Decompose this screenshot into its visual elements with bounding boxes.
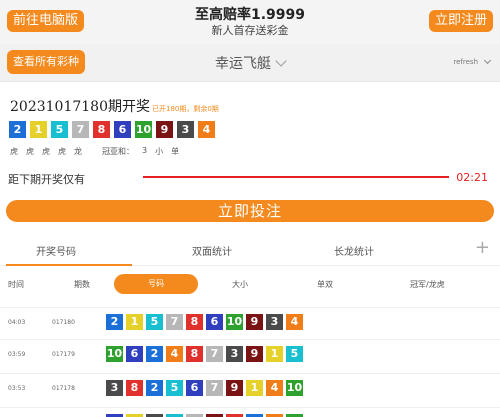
draw-meta: 已开180期，剩余0期 bbox=[151, 105, 219, 113]
col-size[interactable]: 大小 bbox=[232, 279, 248, 290]
number-ball: 4 bbox=[266, 380, 283, 396]
game-name: 幸运飞艇 bbox=[215, 56, 271, 72]
number-ball: 4 bbox=[286, 314, 303, 330]
number-ball: 3 bbox=[177, 121, 194, 138]
row-issue: 017178 bbox=[52, 385, 75, 392]
number-ball: 10 bbox=[106, 346, 123, 362]
countdown-progress-bar bbox=[143, 176, 449, 178]
number-ball: 6 bbox=[186, 380, 203, 396]
number-ball: 5 bbox=[166, 380, 183, 396]
number-ball: 1 bbox=[126, 314, 143, 330]
number-ball: 5 bbox=[286, 346, 303, 362]
champion-sum-label: 冠亚和： bbox=[102, 147, 134, 156]
number-ball: 10 bbox=[286, 380, 303, 396]
results-tabs: 开奖号码 双面统计 长龙统计 + bbox=[0, 236, 500, 266]
col-parity[interactable]: 单双 bbox=[317, 279, 333, 290]
number-ball: 7 bbox=[206, 346, 223, 362]
tag: 虎 bbox=[10, 147, 18, 156]
register-button[interactable]: 立即注册 bbox=[428, 10, 493, 32]
number-ball: 2 bbox=[146, 380, 163, 396]
row-issue: 017180 bbox=[52, 319, 75, 326]
number-ball: 1 bbox=[266, 346, 283, 362]
top-bar: 前往电脑版 至高赔率1.9999 新人首存送彩金 立即注册 bbox=[0, 0, 500, 44]
number-ball: 4 bbox=[198, 121, 215, 138]
number-ball: 7 bbox=[206, 380, 223, 396]
game-bar: 查看所有彩种 幸运飞艇 refresh bbox=[0, 44, 500, 82]
active-tab-indicator bbox=[6, 264, 132, 266]
number-ball: 3 bbox=[266, 314, 283, 330]
number-ball: 2 bbox=[106, 314, 123, 330]
number-ball: 6 bbox=[114, 121, 131, 138]
tag: 虎 bbox=[58, 147, 66, 156]
number-ball: 6 bbox=[206, 314, 223, 330]
champion-sum-parity: 单 bbox=[171, 147, 180, 156]
number-ball: 1 bbox=[246, 380, 263, 396]
number-ball: 7 bbox=[72, 121, 89, 138]
number-ball: 5 bbox=[146, 314, 163, 330]
tag: 虎 bbox=[26, 147, 34, 156]
promo-subtitle: 新人首存送彩金 bbox=[211, 24, 289, 37]
number-ball: 8 bbox=[186, 314, 203, 330]
draw-title: 20231017180期开奖 bbox=[10, 99, 150, 115]
row-issue: 017179 bbox=[52, 351, 75, 358]
number-ball: 2 bbox=[146, 346, 163, 362]
number-ball: 9 bbox=[156, 121, 173, 138]
col-time[interactable]: 时间 bbox=[8, 279, 24, 290]
bet-now-button[interactable]: 立即投注 bbox=[6, 200, 494, 222]
number-ball: 8 bbox=[93, 121, 110, 138]
number-ball: 4 bbox=[166, 346, 183, 362]
chevron-down-icon bbox=[275, 55, 287, 67]
current-draw-numbers: 2 1 5 7 8 6 10 9 3 4 bbox=[9, 121, 215, 138]
current-draw-title: 20231017180期开奖 已开180期，剩余0期 bbox=[10, 96, 219, 116]
row-time: 04:03 bbox=[8, 319, 26, 326]
number-ball: 9 bbox=[226, 380, 243, 396]
number-ball: 3 bbox=[106, 380, 123, 396]
champion-sum-size: 小 bbox=[155, 147, 164, 156]
number-ball: 10 bbox=[135, 121, 152, 138]
game-selector[interactable]: 幸运飞艇 bbox=[0, 53, 500, 73]
row-time: 03:59 bbox=[8, 351, 26, 358]
countdown-time: 02:21 bbox=[456, 171, 488, 184]
add-icon[interactable]: + bbox=[475, 237, 490, 258]
number-ball: 1 bbox=[30, 121, 47, 138]
champion-sum-value: 3 bbox=[142, 146, 148, 155]
number-ball: 3 bbox=[226, 346, 243, 362]
number-ball: 10 bbox=[226, 314, 243, 330]
tab-double-stats[interactable]: 双面统计 bbox=[192, 243, 232, 258]
draw-tags: 虎 虎 虎 虎 龙 冠亚和： 3 小 单 bbox=[10, 146, 179, 157]
number-ball: 9 bbox=[246, 314, 263, 330]
table-row: 03:53 017178 3 8 2 5 6 7 9 1 4 10 bbox=[0, 373, 500, 403]
row-numbers: 10 6 2 4 8 7 3 9 1 5 bbox=[106, 346, 303, 362]
row-time: 03:53 bbox=[8, 385, 26, 392]
row-numbers: 3 8 2 5 6 7 9 1 4 10 bbox=[106, 380, 303, 396]
user-menu[interactable]: refresh bbox=[453, 58, 478, 66]
number-ball: 7 bbox=[166, 314, 183, 330]
column-tabs: 时间 期数 号码 大小 单双 冠军/龙虎 bbox=[0, 274, 500, 296]
col-numbers[interactable]: 号码 bbox=[114, 274, 198, 294]
tab-draw-numbers[interactable]: 开奖号码 bbox=[36, 243, 76, 258]
tag: 虎 bbox=[42, 147, 50, 156]
number-ball: 8 bbox=[186, 346, 203, 362]
number-ball: 9 bbox=[246, 346, 263, 362]
promo-title: 至高赔率1.9999 bbox=[194, 7, 306, 23]
number-ball: 8 bbox=[126, 380, 143, 396]
col-issue[interactable]: 期数 bbox=[74, 279, 90, 290]
table-row-partial bbox=[0, 407, 500, 417]
row-numbers: 2 1 5 7 8 6 10 9 3 4 bbox=[106, 314, 303, 330]
countdown-label: 距下期开奖仅有 bbox=[8, 173, 85, 186]
table-row: 04:03 017180 2 1 5 7 8 6 10 9 3 4 bbox=[0, 307, 500, 337]
number-ball: 2 bbox=[9, 121, 26, 138]
number-ball: 5 bbox=[51, 121, 68, 138]
table-row: 03:59 017179 10 6 2 4 8 7 3 9 1 5 bbox=[0, 339, 500, 369]
tab-streak-stats[interactable]: 长龙统计 bbox=[334, 243, 374, 258]
tag: 龙 bbox=[74, 147, 82, 156]
col-champion-dragon-tiger[interactable]: 冠军/龙虎 bbox=[410, 279, 445, 290]
number-ball: 6 bbox=[126, 346, 143, 362]
